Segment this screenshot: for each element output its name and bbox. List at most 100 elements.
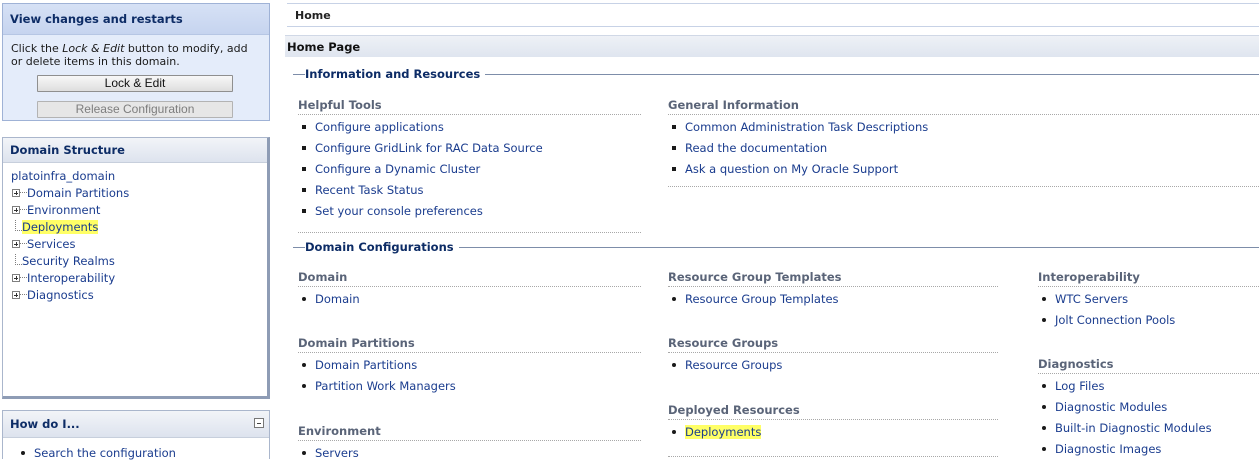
- tree-node-label[interactable]: Domain Partitions: [27, 186, 129, 200]
- tree-node-label[interactable]: Services: [27, 237, 76, 251]
- tree-root[interactable]: platoinfra_domain: [11, 168, 267, 185]
- bullet-icon: [672, 296, 676, 301]
- tree-root-link[interactable]: platoinfra_domain: [11, 169, 115, 183]
- tree-node-deployments[interactable]: Deployments: [11, 219, 267, 236]
- list-item[interactable]: Ask a question on My Oracle Support: [668, 159, 1259, 180]
- list-item[interactable]: Search the configuration: [17, 443, 269, 464]
- list-item[interactable]: Common Administration Task Descriptions: [668, 117, 1259, 138]
- resource-groups-box: Resource Groups Resource Groups: [668, 334, 998, 376]
- how-do-i-list: Search the configuration: [3, 438, 269, 464]
- link[interactable]: Diagnostic Images: [1055, 442, 1161, 456]
- link[interactable]: Resource Groups: [685, 358, 782, 372]
- link[interactable]: Configure GridLink for RAC Data Source: [315, 141, 543, 155]
- deployments-link[interactable]: Deployments: [685, 425, 762, 439]
- list-item[interactable]: Diagnostic Images: [1038, 439, 1259, 460]
- list-item[interactable]: Resource Groups: [668, 355, 998, 376]
- link[interactable]: Log Files: [1055, 379, 1104, 393]
- deployed-resources-title: Deployed Resources: [668, 401, 998, 420]
- domain-config-section-header[interactable]: Domain Configurations: [293, 240, 1259, 254]
- bullet-icon: [1042, 425, 1046, 430]
- list-item[interactable]: Configure applications: [298, 117, 641, 138]
- link[interactable]: Configure applications: [315, 120, 444, 134]
- release-configuration-button[interactable]: Release Configuration: [37, 101, 233, 118]
- bullet-icon: [302, 296, 306, 301]
- list-item[interactable]: Partition Work Managers: [298, 376, 641, 397]
- list-item[interactable]: Configure GridLink for RAC Data Source: [298, 138, 641, 159]
- link[interactable]: Domain Partitions: [315, 358, 417, 372]
- link[interactable]: Resource Group Templates: [685, 292, 839, 306]
- tree-node-label[interactable]: Deployments: [22, 220, 99, 234]
- lock-edit-button[interactable]: Lock & Edit: [37, 75, 233, 92]
- list-item[interactable]: Built-in Diagnostic Modules: [1038, 418, 1259, 439]
- list-item[interactable]: Log Files: [1038, 376, 1259, 397]
- list-item[interactable]: Domain Partitions: [298, 355, 641, 376]
- breadcrumb-home[interactable]: Home: [295, 9, 331, 22]
- bullet-icon: [302, 362, 306, 367]
- bullet-icon: [1042, 383, 1046, 388]
- link[interactable]: Read the documentation: [685, 141, 827, 155]
- link[interactable]: Common Administration Task Descriptions: [685, 120, 928, 134]
- interoperability-title: Interoperability: [1038, 268, 1259, 287]
- how-do-i-link[interactable]: Search the configuration: [34, 446, 176, 460]
- tree-node-diagnostics[interactable]: Diagnostics: [11, 287, 267, 304]
- list-item[interactable]: WTC Servers: [1038, 289, 1259, 310]
- diagnostics-title: Diagnostics: [1038, 355, 1259, 374]
- link[interactable]: Jolt Connection Pools: [1055, 313, 1175, 327]
- list-item[interactable]: Jolt Connection Pools: [1038, 310, 1259, 331]
- rg-templates-title: Resource Group Templates: [668, 268, 998, 287]
- tree-node-environment[interactable]: Environment: [11, 202, 267, 219]
- tree-node-label[interactable]: Interoperability: [27, 271, 115, 285]
- expand-icon[interactable]: [12, 239, 20, 248]
- expand-icon[interactable]: [12, 205, 20, 214]
- expand-icon[interactable]: [12, 188, 20, 197]
- link[interactable]: WTC Servers: [1055, 292, 1128, 306]
- link[interactable]: Diagnostic Modules: [1055, 400, 1167, 414]
- domain-box: Domain Domain: [298, 268, 641, 310]
- list-item[interactable]: Recent Task Status: [298, 180, 641, 201]
- bullet-icon: [672, 145, 676, 150]
- collapse-icon[interactable]: [254, 418, 264, 428]
- list-item[interactable]: Servers: [298, 443, 641, 464]
- list-item[interactable]: Domain: [298, 289, 641, 310]
- section-title[interactable]: Information and Resources: [305, 67, 486, 81]
- tree-node-interoperability[interactable]: Interoperability: [11, 270, 267, 287]
- bullet-icon: [672, 429, 676, 434]
- link[interactable]: Set your console preferences: [315, 204, 483, 218]
- change-center-message: Click the Lock & Edit button to modify, …: [3, 35, 269, 68]
- section-title[interactable]: Domain Configurations: [305, 240, 459, 254]
- link[interactable]: Configure a Dynamic Cluster: [315, 162, 480, 176]
- link[interactable]: Recent Task Status: [315, 183, 424, 197]
- tree-node-services[interactable]: Services: [11, 236, 267, 253]
- info-section-header[interactable]: Information and Resources: [293, 67, 1259, 81]
- domain-partitions-title: Domain Partitions: [298, 334, 641, 353]
- expand-icon[interactable]: [12, 290, 20, 299]
- list-item[interactable]: Diagnostic Modules: [1038, 397, 1259, 418]
- list-item[interactable]: Configure a Dynamic Cluster: [298, 159, 641, 180]
- expand-icon[interactable]: [12, 273, 20, 282]
- link[interactable]: Ask a question on My Oracle Support: [685, 162, 898, 176]
- bullet-icon: [672, 362, 676, 367]
- tree-connector: [20, 293, 27, 295]
- domain-tree: platoinfra_domain Domain Partitions Envi…: [3, 163, 267, 304]
- link[interactable]: Built-in Diagnostic Modules: [1055, 421, 1212, 435]
- list-item[interactable]: Deployments: [668, 422, 998, 443]
- bullet-icon: [302, 383, 306, 388]
- tree-node-domain-partitions[interactable]: Domain Partitions: [11, 185, 267, 202]
- helpful-tools-title: Helpful Tools: [298, 96, 641, 115]
- bullet-icon: [302, 124, 306, 129]
- tree-connector: [15, 253, 22, 265]
- tree-node-label[interactable]: Security Realms: [22, 254, 115, 268]
- how-do-i-panel: How do I... Search the configuration: [2, 410, 270, 460]
- list-item[interactable]: Resource Group Templates: [668, 289, 998, 310]
- bullet-icon: [1042, 404, 1046, 409]
- link[interactable]: Servers: [315, 446, 359, 460]
- main-content: Home Home Page Information and Resources…: [285, 0, 1259, 460]
- list-item[interactable]: Set your console preferences: [298, 201, 641, 222]
- link[interactable]: Domain: [315, 292, 360, 306]
- link[interactable]: Partition Work Managers: [315, 379, 456, 393]
- tree-node-security-realms[interactable]: Security Realms: [11, 253, 267, 270]
- tree-node-label[interactable]: Environment: [27, 203, 100, 217]
- list-item[interactable]: Read the documentation: [668, 138, 1259, 159]
- bullet-icon: [1042, 446, 1046, 451]
- tree-node-label[interactable]: Diagnostics: [27, 288, 94, 302]
